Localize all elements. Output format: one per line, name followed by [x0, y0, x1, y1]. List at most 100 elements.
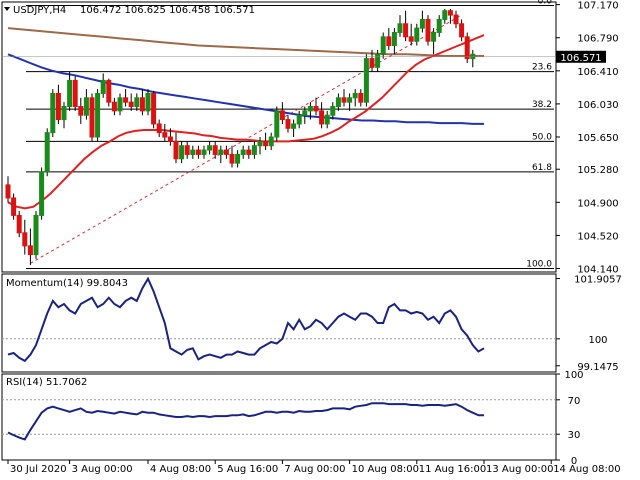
candle-body — [167, 136, 173, 142]
candle-body — [223, 149, 229, 155]
fib-level-label: 61.8 — [532, 163, 552, 173]
candle-body — [44, 132, 50, 173]
sma-long-line — [7, 27, 484, 57]
candle-body — [414, 27, 420, 42]
candle-body — [251, 145, 257, 155]
candle-body — [335, 97, 341, 108]
candle-body — [190, 149, 196, 155]
price-tick-label: 105.650 — [577, 133, 618, 144]
candle-body — [397, 23, 403, 33]
momentum-tick-label: 101.9057 — [574, 275, 622, 286]
candle-body — [296, 114, 302, 125]
chart-canvas: 0.023.638.250.061.8100.0 107.170106.7901… — [1, 0, 622, 475]
candle-body — [470, 53, 476, 60]
candle-body — [330, 106, 336, 116]
candle-body — [375, 53, 381, 68]
candle-body — [89, 97, 95, 138]
time-tick-label: 30 Jul 2020 — [10, 464, 67, 475]
candle-body — [464, 36, 470, 60]
candle-body — [442, 10, 448, 20]
price-tick-label: 104.900 — [577, 198, 618, 209]
candle-body — [111, 101, 117, 112]
rsi-tick-label: 30 — [568, 430, 581, 441]
candle-body — [431, 31, 437, 42]
candle-body — [128, 101, 134, 108]
candle-body — [16, 214, 22, 234]
time-tick-label: 13 Aug 00:00 — [486, 464, 553, 475]
candle-body — [100, 79, 106, 94]
price-panel: 0.0 23.6 38.2 50.0 61.8 100.0 — [2, 0, 556, 270]
candle-body — [313, 106, 319, 112]
symbol-label: USDJPY,H4 — [13, 5, 66, 16]
candle-body — [302, 110, 308, 116]
candle-body — [123, 97, 129, 103]
candle-body — [369, 58, 375, 68]
candle-body — [39, 171, 45, 216]
candle-body — [380, 36, 386, 55]
candle-body — [246, 149, 252, 155]
time-tick-label: 11 Aug 16:00 — [419, 464, 486, 475]
candle-body — [33, 214, 39, 256]
price-tick-label: 104.520 — [577, 231, 618, 242]
candle-body — [263, 140, 269, 147]
candle-body — [151, 92, 157, 125]
rsi-tick-label: 70 — [568, 396, 581, 407]
candle-body — [240, 149, 246, 155]
fib-level-label: 100.0 — [526, 260, 552, 270]
candle-body — [162, 132, 168, 138]
rsi-title: RSI(14) 51.7062 — [6, 377, 87, 388]
candle-body — [419, 18, 425, 29]
price-tick-label: 106.410 — [577, 67, 618, 78]
candle-body — [117, 97, 123, 112]
candle-body — [207, 145, 213, 151]
candle-body — [425, 18, 431, 42]
candle-body — [257, 140, 263, 147]
candle-body — [78, 106, 84, 116]
candle-body — [179, 145, 185, 160]
momentum-tick-label: 100 — [588, 335, 607, 346]
candle-body — [55, 92, 61, 121]
candle-body — [218, 149, 224, 155]
candle-body — [408, 36, 414, 42]
current-price-label: 106.571 — [560, 53, 601, 64]
candle-body — [22, 232, 28, 247]
price-tick-label: 105.280 — [577, 165, 618, 176]
candle-body — [324, 114, 330, 125]
candle-body — [106, 79, 112, 103]
candle-body — [83, 97, 89, 116]
candle-body — [352, 92, 358, 99]
candle-body — [447, 10, 453, 16]
candle-body — [279, 110, 285, 121]
candle-body — [67, 79, 73, 108]
candle-body — [453, 14, 459, 25]
candle-body — [72, 79, 78, 108]
panel-frames — [1, 1, 557, 461]
candle-body — [268, 136, 274, 147]
candle-body — [11, 197, 17, 216]
time-tick-label: 5 Aug 16:00 — [217, 464, 278, 475]
rsi-tick-label: 100 — [564, 370, 583, 381]
candle-body — [403, 23, 409, 38]
candle-body — [391, 31, 397, 47]
candle-body — [341, 97, 347, 103]
price-axis: 107.170 106.790 106.410 106.030 105.650 105.2… — [556, 1, 622, 467]
triangle-down-icon[interactable] — [4, 7, 10, 11]
price-tick-label: 106.790 — [577, 34, 618, 45]
fib-level-label: 50.0 — [532, 132, 552, 142]
time-tick-label: 10 Aug 08:00 — [352, 464, 419, 475]
candle-body — [386, 36, 392, 47]
candle-body — [173, 140, 179, 160]
time-axis: 30 Jul 2020 3 Aug 00:00 4 Aug 08:00 5 Aug 1… — [7, 460, 621, 475]
fib-level-label: 0.0 — [538, 0, 553, 6]
candle-body — [195, 149, 201, 155]
ohlc-readout: 106.472 106.625 106.458 106.571 — [80, 5, 255, 16]
candle-body — [358, 92, 364, 103]
candle-body — [50, 92, 56, 134]
chart-header: USDJPY,H4 106.472 106.625 106.458 106.57… — [4, 5, 255, 16]
candle-body — [61, 106, 67, 121]
candle-body — [235, 153, 241, 164]
candle-body — [285, 119, 291, 129]
candle-body — [436, 18, 442, 33]
time-tick-label: 14 Aug 08:00 — [553, 464, 620, 475]
momentum-title: Momentum(14) 99.8043 — [6, 278, 128, 289]
